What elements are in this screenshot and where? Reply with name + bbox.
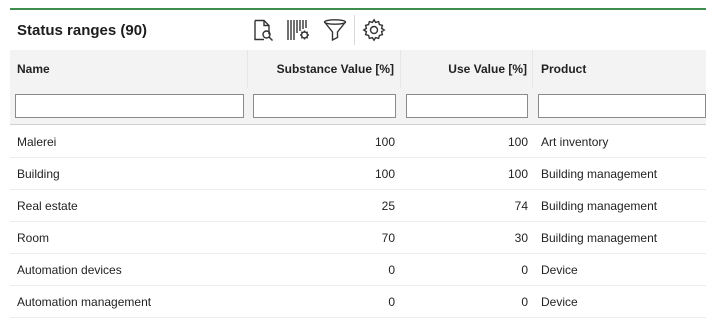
filter-cell-product xyxy=(533,88,706,124)
table-row[interactable]: Malerei 100 100 Art inventory xyxy=(10,126,706,158)
cell-substance-value: 25 xyxy=(381,198,395,213)
cell-name: Malerei xyxy=(17,134,57,149)
table-body: Malerei 100 100 Art inventory Building 1… xyxy=(10,126,706,318)
barcode-settings-button[interactable] xyxy=(281,14,317,46)
cell-use-value: 100 xyxy=(507,134,528,149)
cell-substance-value: 0 xyxy=(388,262,395,277)
cell-substance-value: 70 xyxy=(381,230,395,245)
cell-substance-value: 100 xyxy=(374,166,395,181)
filter-cell-name xyxy=(10,88,248,124)
gear-icon xyxy=(362,18,386,42)
cell-name: Room xyxy=(17,230,50,245)
cell-use-value: 0 xyxy=(521,294,528,309)
settings-button[interactable] xyxy=(356,14,392,46)
column-header-name[interactable]: Name xyxy=(10,50,248,88)
cell-name: Building xyxy=(17,166,60,181)
status-ranges-table: Name Substance Value [%] Use Value [%] P… xyxy=(10,50,706,318)
panel-title: Status ranges (90) xyxy=(17,21,148,39)
panel-header: Status ranges (90) xyxy=(10,10,706,50)
filter-input-substance-value[interactable] xyxy=(253,94,396,118)
cell-substance-value: 100 xyxy=(374,134,395,149)
cell-use-value: 0 xyxy=(521,262,528,277)
table-filter-row xyxy=(10,88,706,125)
cell-name: Automation devices xyxy=(17,262,122,277)
cell-substance-value: 0 xyxy=(388,294,395,309)
column-header-use-value[interactable]: Use Value [%] xyxy=(401,50,533,88)
cell-product: Building management xyxy=(541,198,658,213)
cell-product: Building management xyxy=(541,166,658,181)
barcode-settings-icon xyxy=(287,20,309,40)
table-row[interactable]: Automation management 0 0 Device xyxy=(10,286,706,318)
table-row[interactable]: Real estate 25 74 Building management xyxy=(10,190,706,222)
cell-use-value: 30 xyxy=(514,230,528,245)
filter-input-use-value[interactable] xyxy=(406,94,528,118)
cell-product: Art inventory xyxy=(541,134,609,149)
document-search-button[interactable] xyxy=(245,14,281,46)
table-row[interactable]: Automation devices 0 0 Device xyxy=(10,254,706,286)
cell-product: Device xyxy=(541,262,578,277)
filter-input-product[interactable] xyxy=(538,94,706,118)
column-header-product[interactable]: Product xyxy=(533,50,706,88)
filter-icon xyxy=(323,19,347,42)
cell-use-value: 74 xyxy=(514,198,528,213)
filter-cell-use xyxy=(401,88,533,124)
status-ranges-panel: Status ranges (90) Name Substance Value … xyxy=(0,0,706,318)
cell-name: Real estate xyxy=(17,198,78,213)
filter-cell-substance xyxy=(248,88,401,124)
cell-product: Device xyxy=(541,294,578,309)
table-header-row: Name Substance Value [%] Use Value [%] P… xyxy=(10,50,706,88)
cell-name: Automation management xyxy=(17,294,152,309)
document-search-icon xyxy=(254,19,273,41)
toolbar xyxy=(245,10,392,50)
table-row[interactable]: Building 100 100 Building management xyxy=(10,158,706,190)
column-header-substance-value[interactable]: Substance Value [%] xyxy=(248,50,401,88)
toolbar-separator xyxy=(354,15,355,45)
cell-use-value: 100 xyxy=(507,166,528,181)
cell-product: Building management xyxy=(541,230,658,245)
table-row[interactable]: Room 70 30 Building management xyxy=(10,222,706,254)
filter-input-name[interactable] xyxy=(15,94,244,118)
filter-button[interactable] xyxy=(317,14,353,46)
